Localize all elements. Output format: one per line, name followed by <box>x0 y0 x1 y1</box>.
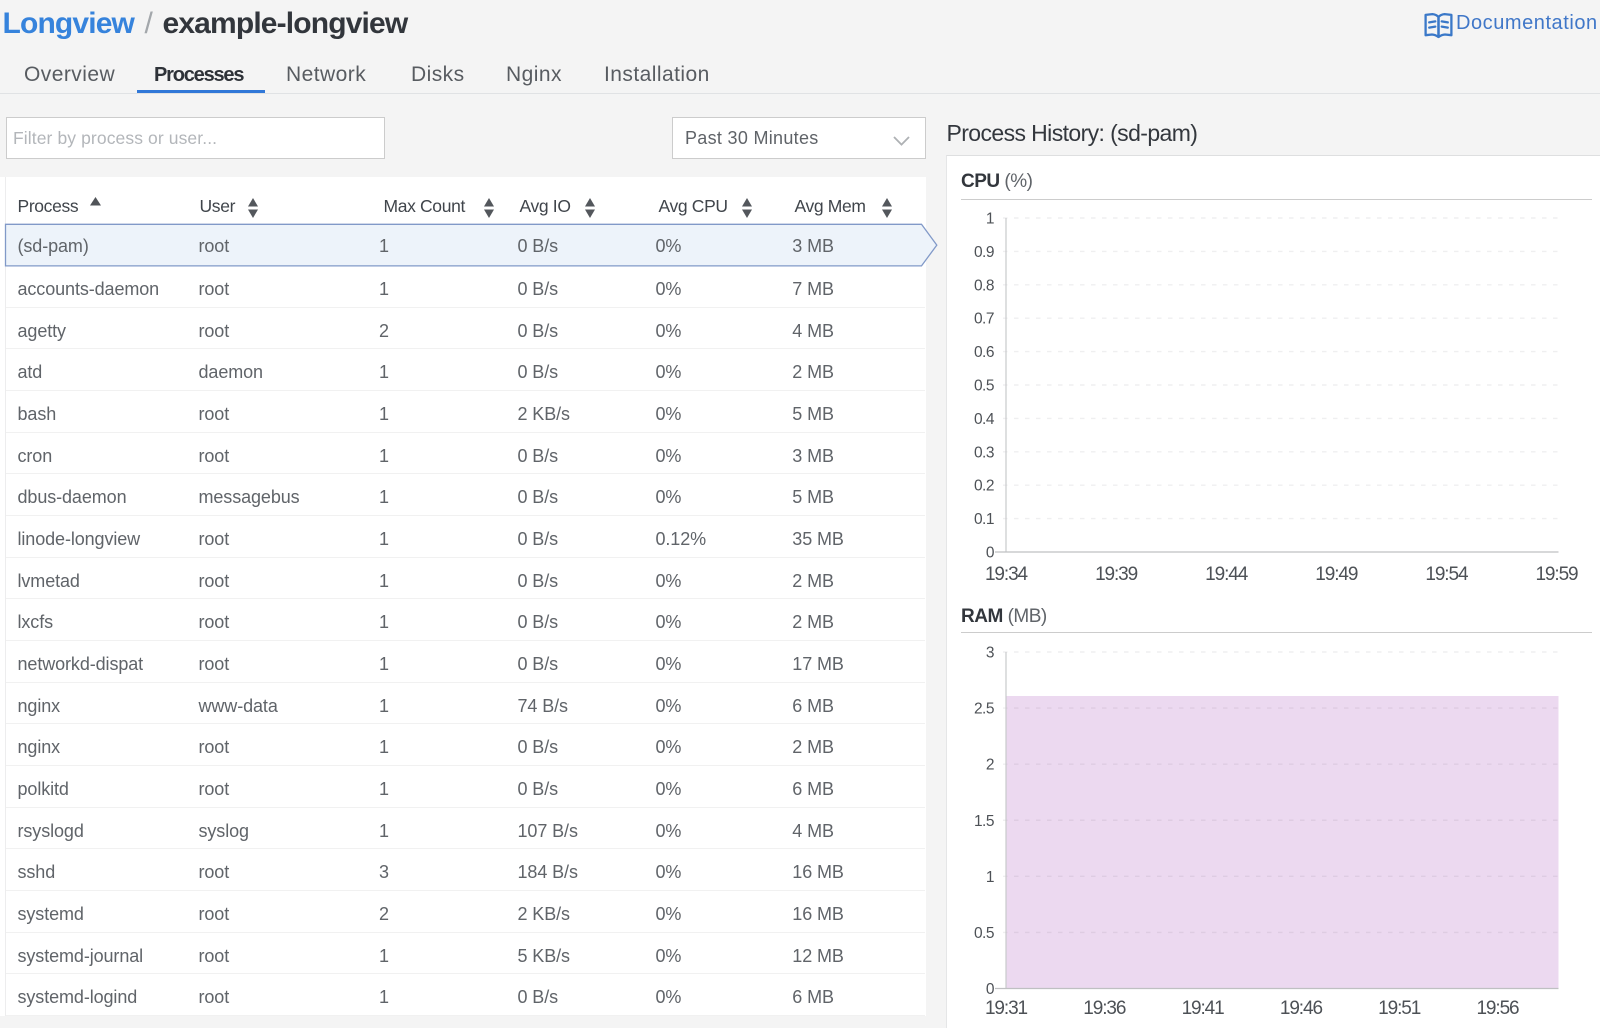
svg-text:1: 1 <box>986 211 994 228</box>
svg-text:19:41: 19:41 <box>1182 998 1225 1019</box>
svg-text:19:36: 19:36 <box>1083 998 1126 1019</box>
svg-text:19:51: 19:51 <box>1378 998 1421 1019</box>
svg-text:1: 1 <box>986 869 994 886</box>
svg-text:0.9: 0.9 <box>974 244 994 261</box>
svg-text:1.5: 1.5 <box>974 813 994 830</box>
svg-text:19:34: 19:34 <box>985 564 1029 585</box>
svg-text:19:39: 19:39 <box>1095 564 1138 585</box>
svg-text:0.5: 0.5 <box>974 378 994 395</box>
svg-text:19:46: 19:46 <box>1280 998 1323 1019</box>
svg-text:2: 2 <box>986 757 994 774</box>
svg-text:0: 0 <box>986 545 995 562</box>
svg-text:0.2: 0.2 <box>974 478 994 495</box>
svg-text:19:56: 19:56 <box>1476 998 1519 1019</box>
svg-text:0.7: 0.7 <box>974 311 994 328</box>
svg-text:0.1: 0.1 <box>974 511 994 528</box>
svg-text:19:49: 19:49 <box>1315 564 1358 585</box>
svg-text:0.4: 0.4 <box>974 411 995 428</box>
svg-text:0: 0 <box>986 981 995 998</box>
svg-text:19:44: 19:44 <box>1205 564 1249 585</box>
svg-text:0.6: 0.6 <box>974 344 994 361</box>
svg-text:19:31: 19:31 <box>985 998 1028 1019</box>
svg-text:19:59: 19:59 <box>1535 564 1578 585</box>
svg-text:2.5: 2.5 <box>974 701 994 718</box>
svg-text:0.8: 0.8 <box>974 277 994 294</box>
svg-text:0.3: 0.3 <box>974 444 994 461</box>
svg-text:19:54: 19:54 <box>1425 564 1469 585</box>
svg-text:0.5: 0.5 <box>974 925 994 942</box>
svg-text:3: 3 <box>986 645 994 662</box>
